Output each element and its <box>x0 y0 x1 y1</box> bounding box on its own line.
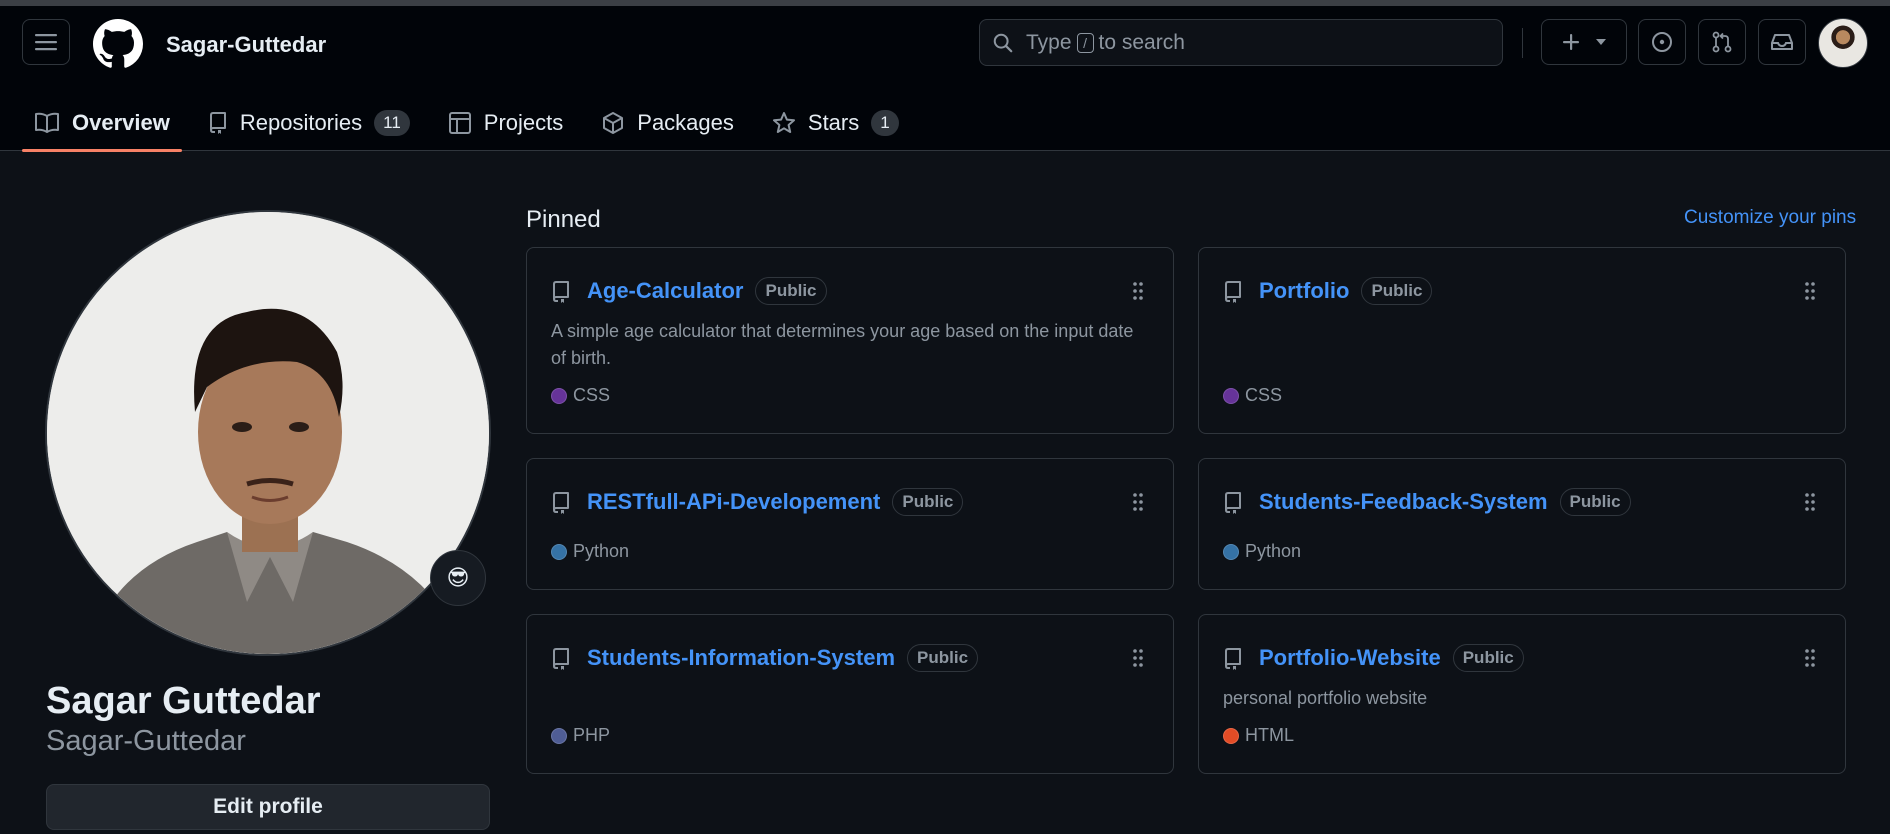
git-pull-request-icon <box>1712 31 1732 53</box>
profile-login: Sagar-Guttedar <box>46 725 246 757</box>
repo-description: personal portfolio website <box>1223 688 1428 708</box>
menu-button[interactable] <box>22 19 70 65</box>
visibility-badge: Public <box>755 277 827 305</box>
repo-description: A simple age calculator that determines … <box>551 321 1134 368</box>
repo-icon <box>553 648 569 670</box>
repo-icon <box>1225 281 1241 303</box>
pinned-repo-card: Age-Calculator Public A simple age calcul… <box>526 247 1174 434</box>
search-input[interactable]: Type / to search <box>979 19 1503 66</box>
header-username[interactable]: Sagar-Guttedar <box>166 32 326 58</box>
repo-icon <box>1225 648 1241 670</box>
repo-language: Python <box>1223 541 1301 562</box>
repo-icon <box>1225 492 1241 514</box>
hamburger-icon <box>35 34 57 51</box>
repo-name-link[interactable]: Portfolio-Website <box>1259 645 1441 670</box>
tab-stars[interactable]: Stars 1 <box>760 95 911 151</box>
language-name: PHP <box>573 725 611 745</box>
pinned-repo-card: Portfolio-Website Public personal portfol… <box>1198 614 1846 774</box>
table-icon <box>448 112 471 134</box>
language-name: HTML <box>1245 725 1294 745</box>
user-avatar[interactable] <box>1818 18 1868 68</box>
profile-tab-nav: Overview Repositories 11 Projects Packag… <box>22 95 925 152</box>
edit-profile-button[interactable]: Edit profile <box>46 784 490 830</box>
language-color-dot <box>551 727 567 744</box>
set-status-button[interactable]: 😎 <box>430 550 486 606</box>
repo-language: Python <box>551 541 629 562</box>
profile-photo-image <box>47 212 489 654</box>
repo-name-link[interactable]: Age-Calculator <box>587 278 743 303</box>
language-color-dot <box>551 543 567 560</box>
repo-name-link[interactable]: Students-Information-System <box>587 645 895 670</box>
repo-name-link[interactable]: RESTfull-APi-Developement <box>587 489 880 514</box>
visibility-badge: Public <box>1452 644 1524 672</box>
profile-avatar[interactable] <box>45 210 491 656</box>
visibility-badge: Public <box>1361 277 1433 305</box>
language-color-dot <box>1223 543 1239 560</box>
repo-icon <box>553 492 569 514</box>
drag-handle-icon[interactable] <box>1132 281 1144 301</box>
star-icon <box>772 112 795 133</box>
language-color-dot <box>551 387 567 404</box>
create-new-button[interactable] <box>1541 19 1627 65</box>
search-placeholder-prefix: Type <box>1026 30 1072 54</box>
global-header: Sagar-Guttedar Type / to search Overview… <box>0 6 1890 152</box>
issue-opened-icon <box>1652 32 1672 52</box>
drag-handle-icon[interactable] <box>1804 281 1816 301</box>
drag-handle-icon[interactable] <box>1804 492 1816 512</box>
repo-language: CSS <box>551 385 610 406</box>
visibility-badge: Public <box>892 488 964 516</box>
language-color-dot <box>1223 387 1239 404</box>
language-name: Python <box>1245 541 1302 561</box>
drag-handle-icon[interactable] <box>1804 648 1816 668</box>
inbox-button[interactable] <box>1758 19 1806 65</box>
visibility-badge: Public <box>907 644 979 672</box>
language-name: CSS <box>1245 385 1283 405</box>
octocat-icon <box>93 19 143 68</box>
visibility-badge: Public <box>1559 488 1631 516</box>
tab-packages[interactable]: Packages <box>589 95 746 151</box>
pinned-repo-card: Students-Feedback-System Public Python <box>1198 458 1846 590</box>
tab-overview[interactable]: Overview <box>22 95 182 152</box>
tab-repositories[interactable]: Repositories 11 <box>196 95 422 151</box>
repo-icon <box>209 112 226 134</box>
customize-pins-link[interactable]: Customize your pins <box>1684 207 1856 229</box>
tab-projects-label: Projects <box>483 110 564 135</box>
pinned-heading: Pinned <box>526 206 601 233</box>
pinned-repo-card: Portfolio Public CSS <box>1198 247 1846 434</box>
drag-handle-icon[interactable] <box>1132 648 1144 668</box>
issues-button[interactable] <box>1638 19 1686 65</box>
pull-requests-button[interactable] <box>1698 19 1746 65</box>
repo-icon <box>553 281 569 303</box>
header-divider <box>1522 28 1523 58</box>
repo-language: HTML <box>1223 725 1294 746</box>
repo-name-link[interactable]: Portfolio <box>1259 278 1349 303</box>
tab-stars-label: Stars <box>807 110 860 135</box>
tab-projects[interactable]: Projects <box>436 95 575 151</box>
language-name: Python <box>573 541 630 561</box>
language-color-dot <box>1223 727 1239 744</box>
drag-handle-icon[interactable] <box>1132 492 1144 512</box>
tab-overview-label: Overview <box>72 110 170 135</box>
repo-language: PHP <box>551 725 610 746</box>
status-emoji: 😎 <box>446 565 470 590</box>
tab-packages-label: Packages <box>637 110 734 135</box>
tab-repositories-label: Repositories <box>239 110 363 135</box>
inbox-icon <box>1771 34 1793 50</box>
repositories-count: 11 <box>374 110 410 136</box>
repo-language: CSS <box>1223 385 1282 406</box>
book-icon <box>35 112 59 133</box>
search-shortcut-key: / <box>1076 32 1094 53</box>
search-icon <box>993 33 1013 52</box>
github-logo[interactable] <box>93 19 143 69</box>
pinned-repo-card: Students-Information-System Public PHP <box>526 614 1174 774</box>
pinned-repo-card: RESTfull-APi-Developement Public Python <box>526 458 1174 590</box>
profile-full-name: Sagar Guttedar <box>46 680 321 722</box>
triangle-down-icon <box>1596 39 1606 45</box>
stars-count: 1 <box>871 110 899 136</box>
package-icon <box>603 112 624 134</box>
language-name: CSS <box>573 385 611 405</box>
search-placeholder-suffix: to search <box>1098 30 1185 54</box>
repo-name-link[interactable]: Students-Feedback-System <box>1259 489 1548 514</box>
plus-icon <box>1563 34 1579 50</box>
